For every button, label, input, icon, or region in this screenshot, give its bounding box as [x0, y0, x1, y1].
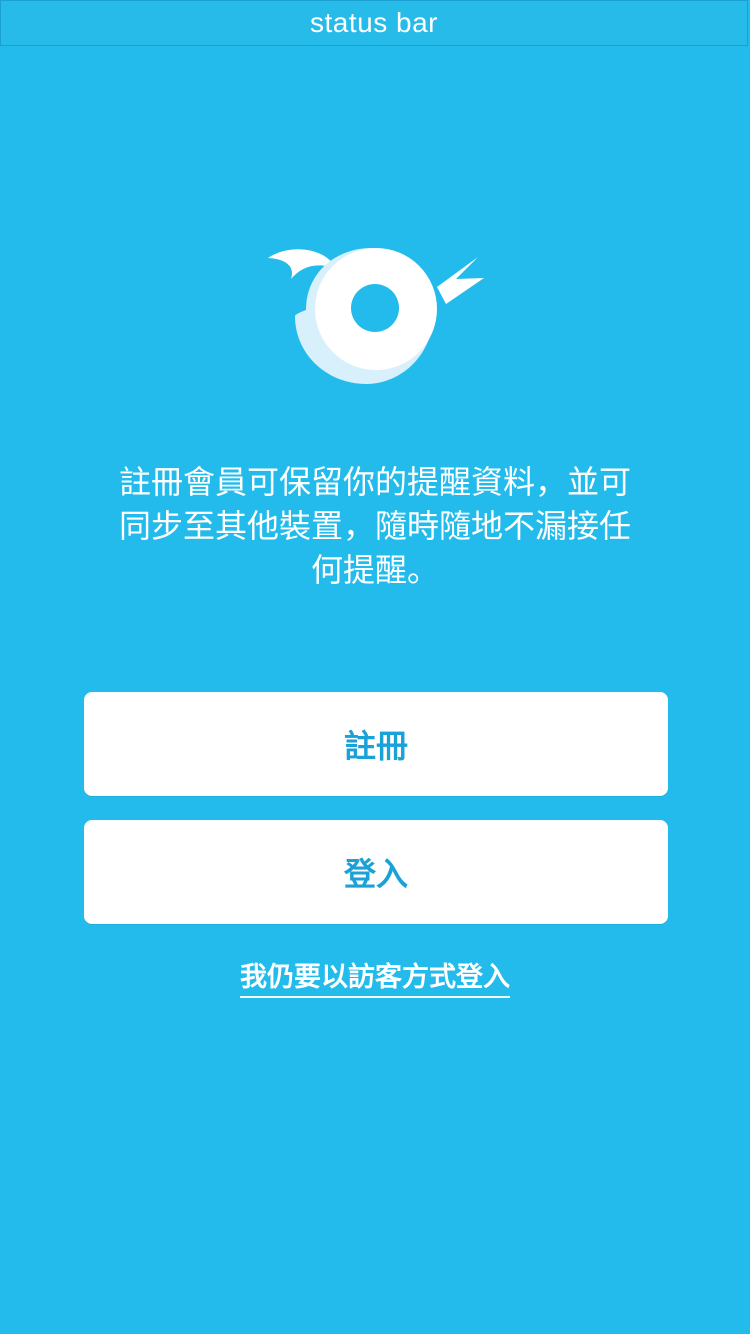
- status-bar-label: status bar: [310, 7, 438, 38]
- register-benefit-message: 註冊會員可保留你的提醒資料，並可同步至其他裝置，隨時隨地不漏接任何提醒。: [118, 463, 631, 589]
- guest-login-label: 我仍要以訪客方式登入: [240, 955, 510, 998]
- bird-logo-icon: [258, 240, 492, 400]
- login-button-label: 登入: [343, 855, 408, 893]
- register-button[interactable]: 註冊: [84, 692, 668, 796]
- status-bar: status bar: [0, 0, 748, 46]
- bird-logo-beak-icon: [437, 257, 484, 304]
- bird-logo-eye-icon: [351, 284, 399, 332]
- login-button[interactable]: 登入: [84, 820, 668, 924]
- guest-login-link[interactable]: 我仍要以訪客方式登入: [0, 955, 750, 998]
- register-button-label: 註冊: [343, 727, 408, 765]
